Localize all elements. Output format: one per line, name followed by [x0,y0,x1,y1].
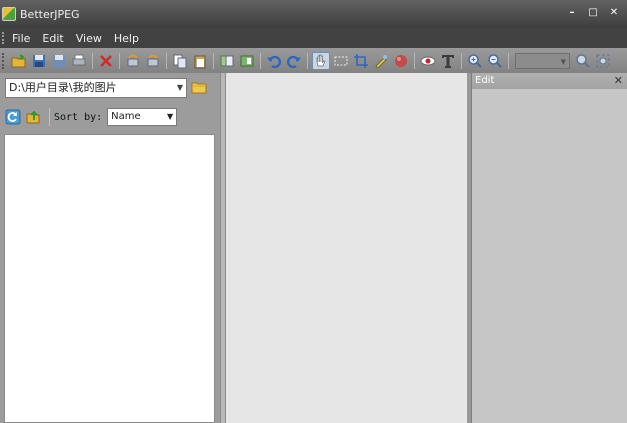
sort-by-select[interactable]: Name ▼ [107,108,178,126]
toolbar-separator [166,52,167,69]
toolbar-separator [119,52,120,69]
menu-help[interactable]: Help [108,32,145,45]
menu-edit[interactable]: Edit [36,32,69,45]
maximize-button[interactable]: □ [588,7,598,19]
close-icon[interactable]: ✕ [614,73,623,89]
folder-path-select[interactable]: D:\用户目录\我的图片 ▼ [5,78,187,98]
toolbar-separator [260,52,261,69]
fit-window-icon[interactable] [594,52,612,70]
edit-panel-title: Edit [475,75,495,86]
export-icon[interactable] [238,52,256,70]
rotate-right-file-icon[interactable] [144,52,162,70]
window-title: BetterJPEG [20,7,80,21]
path-row: D:\用户目录\我的图片 ▼ [5,78,215,100]
retouch-icon[interactable] [372,52,390,70]
menu-bar: File Edit View Help [0,28,627,48]
zoom-actual-icon[interactable] [574,52,592,70]
toolbar-separator [213,52,214,69]
red-eye-icon[interactable] [419,52,437,70]
toolbar-grip [2,52,5,69]
open-icon[interactable] [10,52,28,70]
save-as-icon[interactable] [50,52,68,70]
color-icon[interactable] [392,52,410,70]
text-icon[interactable] [439,52,457,70]
copy-icon[interactable] [171,52,189,70]
folder-path-value: D:\用户目录\我的图片 [9,81,117,94]
batch-icon[interactable] [218,52,236,70]
toolbar-separator [508,52,509,69]
refresh-icon[interactable] [5,109,21,125]
browse-folder-icon[interactable] [191,80,207,94]
zoom-select[interactable]: ▼ [515,52,570,69]
undo-icon[interactable] [265,52,283,70]
select-rect-icon[interactable] [332,52,350,70]
toolbar-separator [414,52,415,69]
window-controls: – □ ✕ [567,7,619,19]
sort-label: Sort by: [54,111,103,123]
toolbar-separator [307,52,308,69]
sort-row: Sort by: Name ▼ [5,106,215,128]
close-button[interactable]: ✕ [609,7,619,19]
delete-icon[interactable] [97,52,115,70]
minimize-button[interactable]: – [567,7,577,19]
up-folder-icon[interactable] [25,109,41,125]
menu-view[interactable]: View [70,32,108,45]
crop-icon[interactable] [352,52,370,70]
chevron-down-icon: ▼ [167,112,174,121]
toolbar-separator [461,52,462,69]
chevron-down-icon: ▼ [560,57,566,66]
sort-by-value: Name [111,111,141,122]
chevron-down-icon: ▼ [176,83,183,92]
toolbar-separator [92,52,93,69]
zoom-out-icon[interactable] [486,52,504,70]
hand-tool-icon[interactable] [312,51,330,70]
title-bar: BetterJPEG – □ ✕ [0,0,627,28]
edit-panel: Edit ✕ [471,73,627,423]
print-icon[interactable] [70,52,88,70]
zoom-in-icon[interactable] [466,52,484,70]
sort-separator [49,108,50,126]
redo-icon[interactable] [285,52,303,70]
save-icon[interactable] [30,52,48,70]
rotate-left-file-icon[interactable] [124,52,142,70]
file-list[interactable] [4,134,215,423]
image-canvas[interactable] [226,73,467,423]
file-browser-panel: D:\用户目录\我的图片 ▼ Sort by: Name ▼ [0,73,220,423]
toolbar: ▼ [0,48,627,73]
edit-panel-header: Edit ✕ [472,73,627,89]
paste-icon[interactable] [191,52,209,70]
menu-file[interactable]: File [6,32,36,45]
app-icon [2,7,16,21]
